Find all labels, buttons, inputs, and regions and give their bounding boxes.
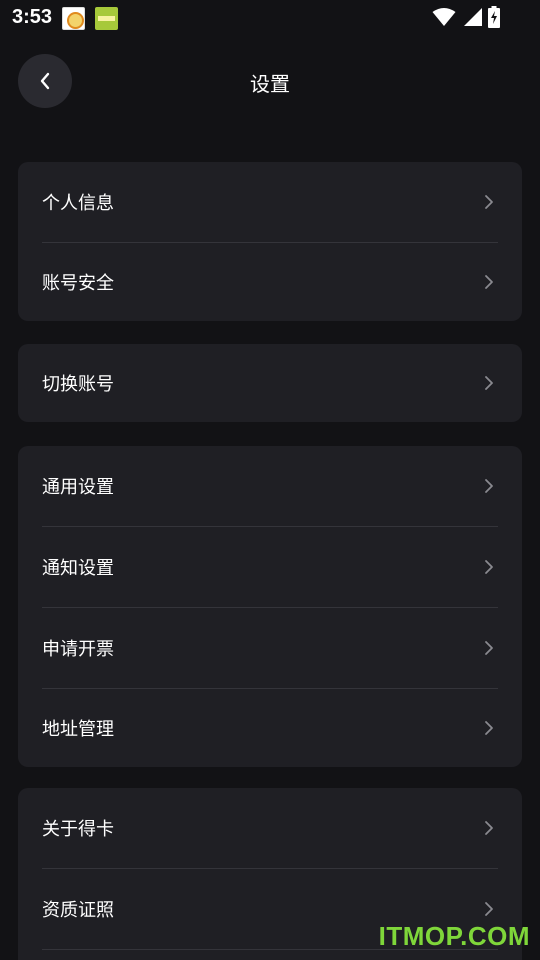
chevron-right-icon bbox=[485, 376, 493, 390]
chevron-right-icon bbox=[485, 721, 493, 735]
chevron-right-icon bbox=[485, 902, 493, 916]
settings-item-notifications[interactable]: 通知设置 bbox=[18, 527, 522, 607]
settings-item-label: 账号安全 bbox=[42, 273, 114, 294]
settings-item-address[interactable]: 地址管理 bbox=[18, 689, 522, 767]
settings-item-label: 资质证照 bbox=[42, 900, 114, 921]
battery-charging-icon bbox=[488, 6, 500, 28]
app-icon-yc bbox=[62, 7, 85, 30]
chevron-right-icon bbox=[485, 275, 493, 289]
chevron-right-icon bbox=[485, 479, 493, 493]
watermark: ITMOP.COM bbox=[378, 921, 530, 951]
settings-item-label: 切换账号 bbox=[42, 374, 114, 395]
header: 设置 bbox=[0, 50, 540, 112]
settings-group-switch: 切换账号 bbox=[18, 344, 522, 422]
status-time: 3:53 bbox=[12, 6, 53, 28]
settings-item-account-security[interactable]: 账号安全 bbox=[18, 243, 522, 321]
settings-item-label: 通用设置 bbox=[42, 477, 114, 498]
settings-item-invoice[interactable]: 申请开票 bbox=[18, 608, 522, 688]
page-title: 设置 bbox=[250, 72, 290, 96]
wifi-icon bbox=[432, 8, 456, 26]
settings-item-personal-info[interactable]: 个人信息 bbox=[18, 162, 522, 242]
signal-icon bbox=[464, 8, 482, 26]
settings-group-general: 通用设置 通知设置 申请开票 地址管理 bbox=[18, 446, 522, 767]
chevron-right-icon bbox=[485, 195, 493, 209]
settings-item-label: 个人信息 bbox=[42, 193, 114, 214]
app-icon-green bbox=[95, 7, 118, 30]
status-icons bbox=[432, 6, 500, 28]
settings-item-label: 关于得卡 bbox=[42, 819, 114, 840]
settings-group-profile: 个人信息 账号安全 bbox=[18, 162, 522, 321]
chevron-right-icon bbox=[485, 641, 493, 655]
settings-item-label: 通知设置 bbox=[42, 558, 114, 579]
settings-item-label: 地址管理 bbox=[42, 719, 114, 740]
settings-item-switch-account[interactable]: 切换账号 bbox=[18, 344, 522, 422]
chevron-right-icon bbox=[485, 560, 493, 574]
settings-item-label: 申请开票 bbox=[42, 639, 114, 660]
chevron-right-icon bbox=[485, 821, 493, 835]
settings-item-general[interactable]: 通用设置 bbox=[18, 446, 522, 526]
status-bar: 3:53 bbox=[0, 0, 540, 36]
settings-item-about[interactable]: 关于得卡 bbox=[18, 788, 522, 868]
